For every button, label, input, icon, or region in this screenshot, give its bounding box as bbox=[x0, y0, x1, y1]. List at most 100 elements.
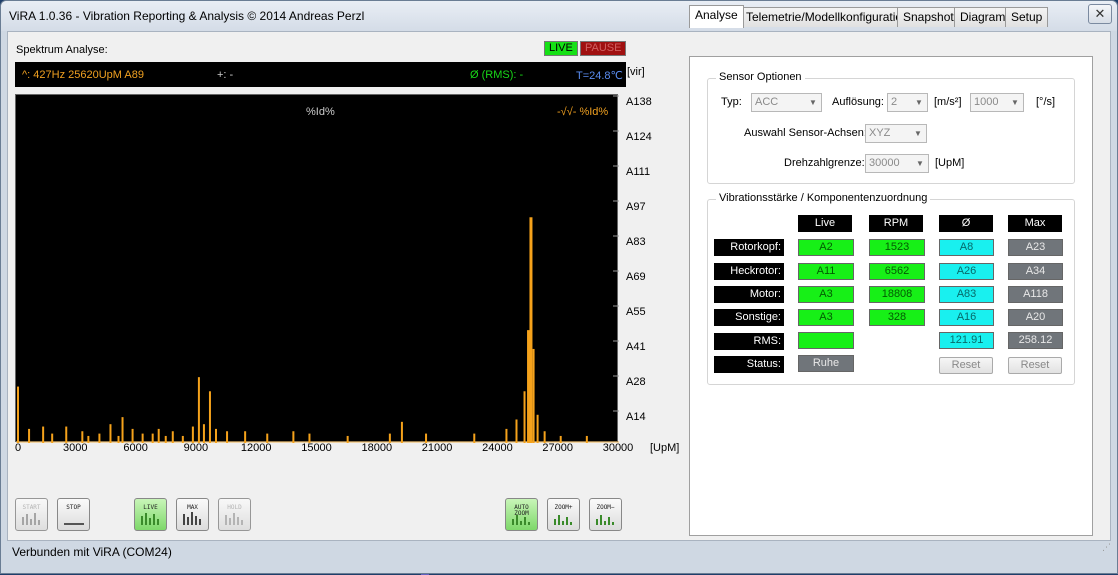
tab-diagram[interactable]: Diagram bbox=[954, 7, 1012, 27]
heckrotor-live: A11 bbox=[798, 263, 854, 280]
heckrotor-average: A26 bbox=[939, 263, 994, 280]
rpm-limit-label: Drehzahlgrenze: bbox=[784, 157, 865, 169]
typ-select[interactable]: ACC ▼ bbox=[751, 93, 822, 112]
typ-label: Typ: bbox=[721, 96, 742, 108]
spectrum-bars-icon bbox=[225, 513, 243, 525]
row-label-motor: Motor: bbox=[714, 286, 784, 303]
rotorkopf-live: A2 bbox=[798, 239, 854, 256]
rate-select-value: 1000 bbox=[974, 96, 999, 108]
spectrum-bar bbox=[515, 419, 518, 443]
aufloesung-label: Auflösung: bbox=[832, 96, 884, 108]
aufloesung-select[interactable]: 2 ▼ bbox=[887, 93, 928, 112]
max-button[interactable]: MAX bbox=[176, 498, 209, 531]
hold-button[interactable]: HOLD bbox=[218, 498, 251, 531]
y-tick-label: A55 bbox=[626, 306, 646, 318]
x-tick-label: 3000 bbox=[63, 442, 88, 454]
spectrum-bar bbox=[197, 377, 200, 443]
x-tick-label: 6000 bbox=[123, 442, 148, 454]
motor-rpm: 18808 bbox=[869, 286, 925, 303]
header-live: Live bbox=[798, 215, 852, 232]
rpm-limit-value: 30000 bbox=[869, 157, 900, 169]
x-tick-label: 30000 bbox=[602, 442, 634, 454]
zoom-out-button[interactable]: ZOOM− bbox=[589, 498, 622, 531]
chevron-down-icon: ▼ bbox=[809, 98, 817, 107]
x-tick-label: 15000 bbox=[301, 442, 332, 454]
spectrum-plot[interactable]: %Id% -√√- %Id% bbox=[15, 94, 619, 443]
x-tick-label: 12000 bbox=[240, 442, 272, 454]
y-tick-label: A14 bbox=[626, 411, 646, 423]
plot-header-right: -√√- %Id% bbox=[557, 106, 609, 118]
sensor-axes-value: XYZ bbox=[869, 127, 891, 139]
y-tick-label: A69 bbox=[626, 271, 646, 283]
resize-grip-icon[interactable]: ⋰ bbox=[1102, 542, 1111, 553]
spectrum-bar bbox=[28, 428, 31, 443]
sensor-axes-select[interactable]: XYZ ▼ bbox=[865, 124, 927, 143]
row-label-heckrotor: Heckrotor: bbox=[714, 263, 784, 280]
x-tick-label: 24000 bbox=[482, 442, 513, 454]
rate-select[interactable]: 1000 ▼ bbox=[970, 93, 1024, 112]
plot-header-center: %Id% bbox=[306, 106, 335, 118]
y-tick-label: A28 bbox=[626, 376, 646, 388]
spectrum-bar bbox=[157, 428, 160, 443]
sonstige-average: A16 bbox=[939, 309, 994, 326]
row-label-rotorkopf: Rotorkopf: bbox=[714, 239, 784, 256]
heckrotor-rpm: 6562 bbox=[869, 263, 925, 280]
spectrum-bar bbox=[17, 386, 20, 443]
rotorkopf-average: A8 bbox=[939, 239, 994, 256]
tab-snapshot[interactable]: Snapshot bbox=[897, 7, 960, 27]
rms-max: 258.12 bbox=[1008, 332, 1063, 349]
motor-average: A83 bbox=[939, 286, 994, 303]
sonstige-rpm: 328 bbox=[869, 309, 925, 326]
spectrum-chart bbox=[16, 95, 619, 443]
spectrum-bar bbox=[109, 424, 112, 443]
y-unit-label: [vir] bbox=[627, 66, 645, 78]
aufloesung-unit: [m/s²] bbox=[934, 96, 962, 108]
spectrum-bars-icon bbox=[183, 512, 201, 525]
tab-telemetrie[interactable]: Telemetrie/Modellkonfiguration bbox=[740, 7, 915, 27]
rms-average: 121.91 bbox=[939, 332, 994, 349]
sensor-options-title: Sensor Optionen bbox=[716, 71, 805, 83]
live-button[interactable]: LIVE bbox=[134, 498, 167, 531]
y-tick-label: A97 bbox=[626, 201, 646, 213]
spectrum-bar bbox=[400, 421, 403, 443]
tab-analyse[interactable]: Analyse bbox=[689, 5, 744, 28]
app-window: ViRA 1.0.36 - Vibration Reporting & Anal… bbox=[0, 0, 1118, 575]
aufloesung-select-value: 2 bbox=[891, 96, 898, 108]
chevron-down-icon: ▼ bbox=[915, 98, 923, 107]
spectrum-bars-icon bbox=[141, 513, 159, 525]
reset-average-button[interactable]: Reset bbox=[939, 357, 993, 374]
spectrum-bar bbox=[202, 424, 205, 443]
zoom-bars-icon bbox=[554, 515, 572, 525]
row-label-sonstige: Sonstige: bbox=[714, 309, 784, 326]
spectrum-bar bbox=[523, 391, 526, 443]
sensor-axes-label: Auswahl Sensor-Achsen: bbox=[744, 127, 867, 139]
sonstige-max: A20 bbox=[1008, 309, 1063, 326]
zoom-bars-icon bbox=[596, 515, 614, 525]
spectrum-label: Spektrum Analyse: bbox=[16, 44, 108, 56]
chevron-down-icon: ▼ bbox=[916, 159, 924, 168]
window-title: ViRA 1.0.36 - Vibration Reporting & Anal… bbox=[9, 9, 365, 23]
rpm-limit-select[interactable]: 30000 ▼ bbox=[865, 154, 929, 173]
spectrum-bar bbox=[214, 428, 217, 443]
heckrotor-max: A34 bbox=[1008, 263, 1063, 280]
header-rpm: RPM bbox=[869, 215, 923, 232]
spectrum-bar bbox=[505, 428, 508, 443]
rate-unit: [°/s] bbox=[1036, 96, 1056, 108]
temperature-readout: T=24.8℃ bbox=[576, 70, 623, 82]
close-button[interactable]: ✕ bbox=[1088, 4, 1112, 24]
stop-button[interactable]: STOP bbox=[57, 498, 90, 531]
x-tick-label: 9000 bbox=[183, 442, 209, 454]
sonstige-live: A3 bbox=[798, 309, 854, 326]
spectrum-bar bbox=[191, 426, 194, 443]
zoom-in-button[interactable]: ZOOM+ bbox=[547, 498, 580, 531]
rpm-limit-unit: [UpM] bbox=[935, 157, 965, 169]
spectrum-bar bbox=[131, 428, 134, 443]
y-tick-label: A138 bbox=[626, 96, 652, 108]
tab-setup[interactable]: Setup bbox=[1005, 7, 1049, 27]
auto-zoom-button[interactable]: AUTO ZOOM bbox=[505, 498, 538, 531]
rotorkopf-rpm: 1523 bbox=[869, 239, 925, 256]
spectrum-bar bbox=[529, 217, 533, 443]
start-button[interactable]: START bbox=[15, 498, 48, 531]
reset-max-button[interactable]: Reset bbox=[1008, 357, 1062, 374]
rms-live bbox=[798, 332, 854, 349]
